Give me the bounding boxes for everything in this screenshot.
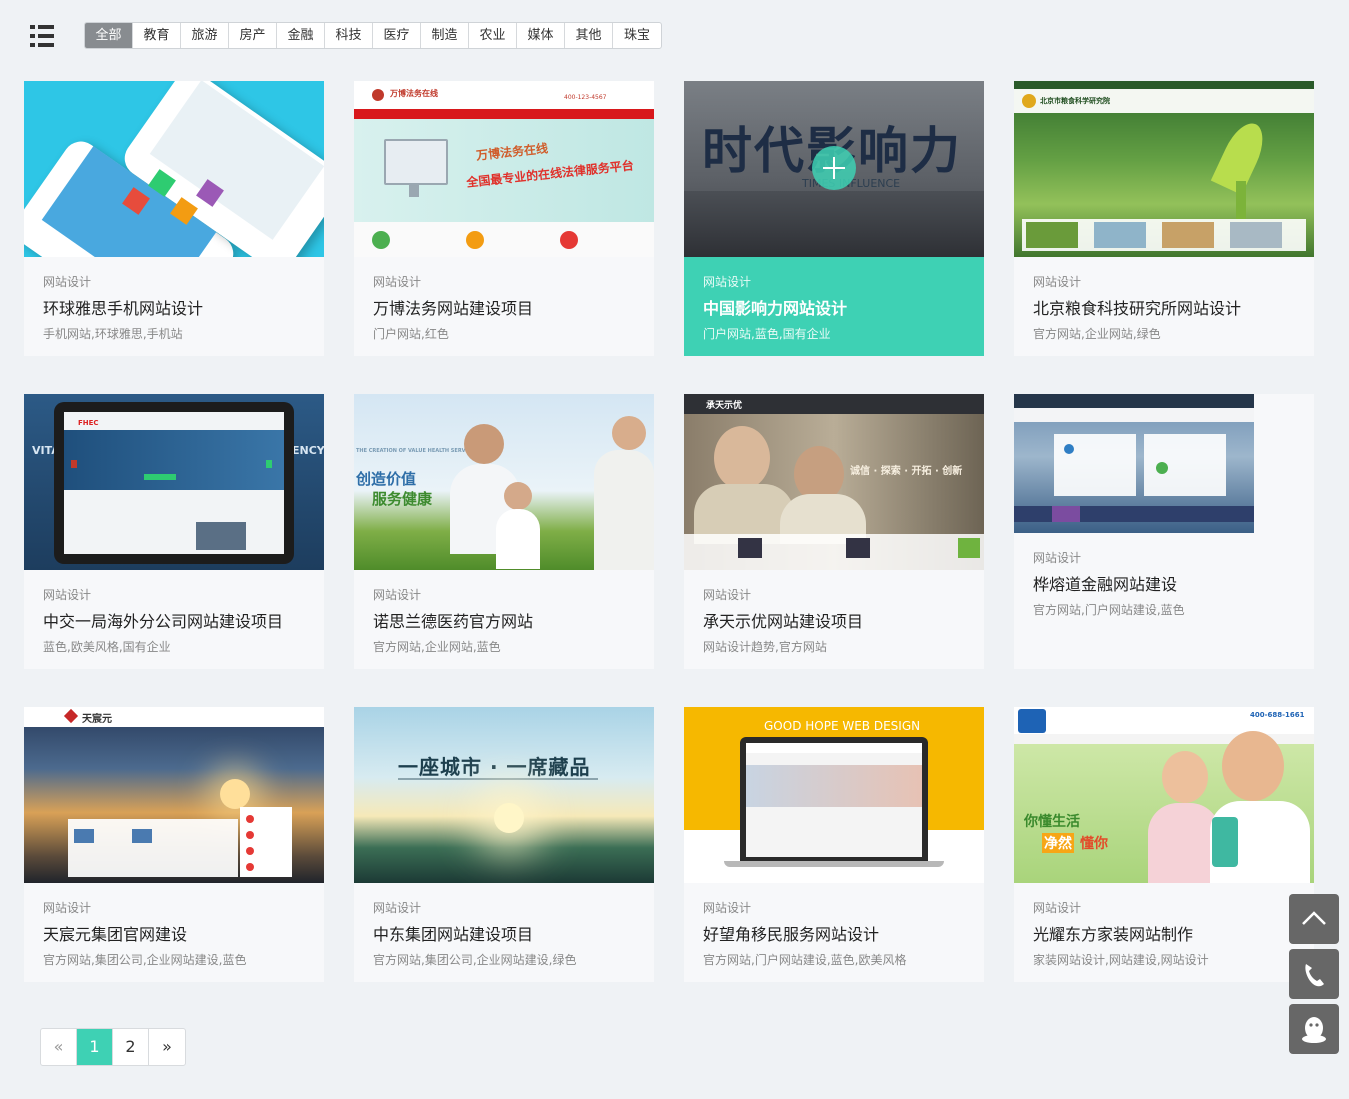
card-title[interactable]: 承天示优网站建设项目 — [703, 608, 863, 632]
card-category: 网站设计 — [703, 901, 752, 915]
card-thumbnail: 一座城市 · 一席藏品 — [354, 707, 654, 883]
portfolio-card[interactable]: GOOD HOPE WEB DESIGN 网站设计 好望角移民服务网站设计 官方… — [684, 707, 984, 982]
portfolio-card[interactable]: 万博法务在线 400-123-4567 万博法务在线 全国最专业的在线法律服务平… — [354, 81, 654, 356]
filter-realestate[interactable]: 房产 — [229, 23, 277, 48]
card-category: 网站设计 — [1033, 275, 1082, 289]
card-info: 网站设计 天宸元集团官网建设 官方网站,集团公司,企业网站建设,蓝色 — [24, 883, 324, 982]
card-title[interactable]: 桦熔道金融网站建设 — [1033, 571, 1177, 595]
card-tags: 官方网站,门户网站建设,蓝色 — [1033, 603, 1185, 617]
card-title[interactable]: 天宸元集团官网建设 — [43, 921, 187, 945]
filter-medical[interactable]: 医疗 — [373, 23, 421, 48]
card-category: 网站设计 — [373, 588, 422, 602]
card-thumbnail: 承天示优 诚信 · 探索 · 开拓 · 创新 — [684, 394, 984, 570]
filter-manufacturing[interactable]: 制造 — [421, 23, 469, 48]
back-to-top-icon — [1302, 911, 1326, 925]
card-info: 网站设计 中东集团网站建设项目 官方网站,集团公司,企业网站建设,绿色 — [354, 883, 654, 982]
card-thumbnail: GOOD HOPE WEB DESIGN — [684, 707, 984, 883]
card-category: 网站设计 — [373, 901, 422, 915]
card-tags: 官方网站,集团公司,企业网站建设,蓝色 — [43, 953, 247, 967]
card-thumbnail — [24, 81, 324, 257]
card-info: 网站设计 中交一局海外分公司网站建设项目 蓝色,欧美风格,国有企业 — [24, 570, 324, 669]
portfolio-card[interactable]: 北京市粮食科学研究院 网站设计 北京粮食科技研究所网站设计 官方网站,企业网站,… — [1014, 81, 1314, 356]
card-tags: 家装网站设计,网站建设,网站设计 — [1033, 953, 1209, 967]
card-category: 网站设计 — [43, 275, 92, 289]
filter-finance[interactable]: 金融 — [277, 23, 325, 48]
card-title[interactable]: 中交一局海外分公司网站建设项目 — [43, 608, 283, 632]
card-thumbnail: 时代影响力 TIMES INFLUENCE — [684, 81, 984, 257]
card-category: 网站设计 — [1033, 901, 1082, 915]
filter-education[interactable]: 教育 — [133, 23, 181, 48]
card-tags: 门户网站,红色 — [373, 327, 449, 341]
filter-jewelry[interactable]: 珠宝 — [613, 23, 661, 48]
card-category: 网站设计 — [1033, 551, 1082, 565]
portfolio-card-active[interactable]: 时代影响力 TIMES INFLUENCE 网站设计 中国影响力网站设计 门户网… — [684, 81, 984, 356]
page-2-button[interactable]: 2 — [113, 1029, 149, 1065]
card-category: 网站设计 — [43, 588, 92, 602]
card-thumbnail: THE CREATION OF VALUE HEALTH SERVICE 创造价… — [354, 394, 654, 570]
card-info: 网站设计 承天示优网站建设项目 网站设计趋势,官方网站 — [684, 570, 984, 669]
card-info: 网站设计 北京粮食科技研究所网站设计 官方网站,企业网站,绿色 — [1014, 257, 1314, 356]
card-thumbnail: 万博法务在线 400-123-4567 万博法务在线 全国最专业的在线法律服务平… — [354, 81, 654, 257]
card-title[interactable]: 好望角移民服务网站设计 — [703, 921, 879, 945]
phone-icon — [1305, 964, 1324, 987]
card-info: 网站设计 桦熔道金融网站建设 官方网站,门户网站建设,蓝色 — [1014, 533, 1314, 632]
card-category: 网站设计 — [703, 588, 752, 602]
card-title[interactable]: 环球雅思手机网站设计 — [43, 295, 203, 319]
filter-other[interactable]: 其他 — [565, 23, 613, 48]
filter-tech[interactable]: 科技 — [325, 23, 373, 48]
portfolio-card[interactable]: 一座城市 · 一席藏品 网站设计 中东集团网站建设项目 官方网站,集团公司,企业… — [354, 707, 654, 982]
phone-button[interactable] — [1289, 949, 1339, 999]
card-tags: 手机网站,环球雅思,手机站 — [43, 327, 183, 341]
filter-all[interactable]: 全部 — [85, 23, 133, 48]
pagination: « 1 2 » — [40, 1028, 186, 1066]
next-page-button[interactable]: » — [149, 1029, 185, 1065]
list-view-icon[interactable] — [30, 25, 54, 47]
portfolio-card[interactable]: VITA ENCY FHEC 网站设计 中交一局海外分公司网站建设项目 蓝色,欧… — [24, 394, 324, 669]
card-title[interactable]: 北京粮食科技研究所网站设计 — [1033, 295, 1241, 319]
portfolio-card[interactable]: 网站设计 环球雅思手机网站设计 手机网站,环球雅思,手机站 — [24, 81, 324, 356]
filter-media[interactable]: 媒体 — [517, 23, 565, 48]
filter-agriculture[interactable]: 农业 — [469, 23, 517, 48]
card-tags: 网站设计趋势,官方网站 — [703, 640, 827, 654]
back-to-top-button[interactable] — [1289, 894, 1339, 944]
card-category: 网站设计 — [373, 275, 422, 289]
portfolio-card[interactable]: 承天示优 诚信 · 探索 · 开拓 · 创新 网站设计 承天示优网站建设项目 网… — [684, 394, 984, 669]
qq-button[interactable] — [1289, 1004, 1339, 1054]
card-title[interactable]: 万博法务网站建设项目 — [373, 295, 533, 319]
card-thumbnail: VITA ENCY FHEC — [24, 394, 324, 570]
card-title[interactable]: 中东集团网站建设项目 — [373, 921, 533, 945]
card-thumbnail — [1014, 394, 1314, 533]
card-tags: 蓝色,欧美风格,国有企业 — [43, 640, 171, 654]
card-info: 网站设计 好望角移民服务网站设计 官方网站,门户网站建设,蓝色,欧美风格 — [684, 883, 984, 982]
card-category: 网站设计 — [43, 901, 92, 915]
card-info: 网站设计 诺思兰德医药官方网站 官方网站,企业网站,蓝色 — [354, 570, 654, 669]
page-1-button[interactable]: 1 — [77, 1029, 113, 1065]
portfolio-card[interactable]: 天宸元 网站设计 天宸元集团官网建设 官方网站,集团公司,企业网站建设,蓝色 — [24, 707, 324, 982]
portfolio-card[interactable]: 400-688-1661 你懂生活 净然 懂你 网站设计 光耀东方家装网站制作 … — [1014, 707, 1314, 982]
card-tags: 官方网站,企业网站,绿色 — [1033, 327, 1161, 341]
card-title[interactable]: 光耀东方家装网站制作 — [1033, 921, 1193, 945]
card-thumbnail: 北京市粮食科学研究院 — [1014, 81, 1314, 257]
card-title[interactable]: 中国影响力网站设计 — [703, 295, 847, 319]
card-info: 网站设计 环球雅思手机网站设计 手机网站,环球雅思,手机站 — [24, 257, 324, 356]
filter-travel[interactable]: 旅游 — [181, 23, 229, 48]
card-info: 网站设计 万博法务网站建设项目 门户网站,红色 — [354, 257, 654, 356]
prev-page-button[interactable]: « — [41, 1029, 77, 1065]
card-title[interactable]: 诺思兰德医药官方网站 — [373, 608, 533, 632]
card-tags: 官方网站,企业网站,蓝色 — [373, 640, 501, 654]
card-info: 网站设计 中国影响力网站设计 门户网站,蓝色,国有企业 — [684, 257, 984, 356]
category-filter-bar: 全部 教育 旅游 房产 金融 科技 医疗 制造 农业 媒体 其他 珠宝 — [84, 22, 662, 49]
portfolio-card[interactable]: THE CREATION OF VALUE HEALTH SERVICE 创造价… — [354, 394, 654, 669]
card-tags: 官方网站,集团公司,企业网站建设,绿色 — [373, 953, 577, 967]
qq-icon — [1302, 1017, 1326, 1043]
card-category: 网站设计 — [703, 275, 752, 289]
card-thumbnail: 天宸元 — [24, 707, 324, 883]
card-tags: 官方网站,门户网站建设,蓝色,欧美风格 — [703, 953, 907, 967]
card-tags: 门户网站,蓝色,国有企业 — [703, 327, 831, 341]
card-thumbnail: 400-688-1661 你懂生活 净然 懂你 — [1014, 707, 1314, 883]
card-info: 网站设计 光耀东方家装网站制作 家装网站设计,网站建设,网站设计 — [1014, 883, 1314, 982]
portfolio-card[interactable]: 网站设计 桦熔道金融网站建设 官方网站,门户网站建设,蓝色 — [1014, 394, 1314, 669]
